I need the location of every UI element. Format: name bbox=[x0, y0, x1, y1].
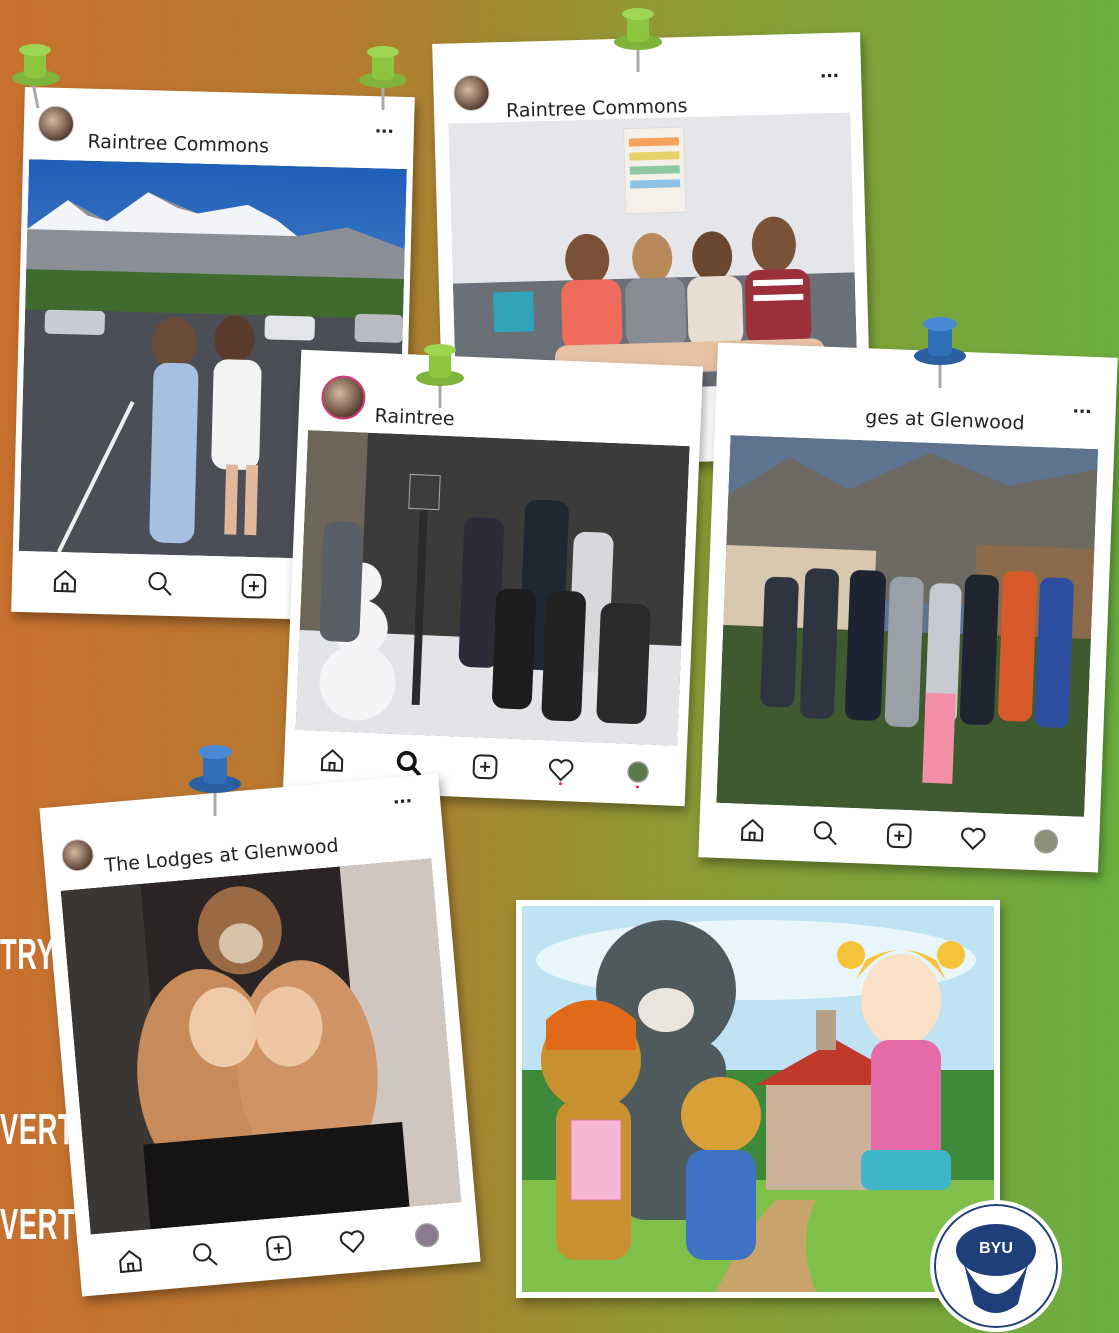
byu-badge: BYU bbox=[930, 1200, 1062, 1332]
cartoon-illustration: BYU bbox=[516, 900, 1062, 1332]
post-photo bbox=[60, 858, 462, 1235]
side-text-3: VERT bbox=[0, 1200, 76, 1249]
post-snow: Raintree bbox=[282, 349, 704, 807]
account-name[interactable]: Raintree Commons bbox=[87, 131, 269, 158]
search-icon[interactable] bbox=[188, 1238, 221, 1271]
post-photo bbox=[716, 435, 1099, 817]
home-icon[interactable] bbox=[50, 566, 81, 597]
post-group: ges at Glenwood ··· bbox=[698, 342, 1118, 873]
home-icon[interactable] bbox=[317, 745, 348, 776]
post-photo bbox=[295, 430, 690, 746]
home-icon[interactable] bbox=[737, 815, 768, 846]
more-icon[interactable]: ··· bbox=[1072, 398, 1092, 425]
pin-icon bbox=[914, 317, 966, 388]
byu-badge-label: BYU bbox=[979, 1240, 1013, 1257]
pin-icon bbox=[12, 44, 60, 109]
add-icon[interactable] bbox=[239, 571, 270, 602]
avatar[interactable] bbox=[320, 374, 367, 421]
profile-icon[interactable] bbox=[1031, 826, 1062, 857]
heart-icon[interactable] bbox=[546, 754, 577, 786]
add-icon[interactable] bbox=[884, 820, 915, 851]
home-icon[interactable] bbox=[114, 1245, 147, 1278]
add-icon[interactable] bbox=[262, 1232, 295, 1265]
add-icon[interactable] bbox=[469, 751, 500, 782]
pin-icon bbox=[416, 344, 464, 408]
pin-icon bbox=[359, 46, 407, 110]
heart-icon[interactable] bbox=[957, 823, 988, 854]
avatar[interactable] bbox=[37, 105, 75, 143]
pin-icon bbox=[189, 745, 241, 816]
pin-icon bbox=[614, 8, 662, 72]
avatar[interactable] bbox=[453, 74, 491, 112]
profile-icon[interactable] bbox=[622, 758, 653, 789]
heart-icon[interactable] bbox=[336, 1225, 369, 1258]
profile-icon[interactable] bbox=[411, 1219, 444, 1252]
side-text-2: VERT bbox=[0, 1105, 76, 1154]
search-icon[interactable] bbox=[144, 568, 175, 599]
more-icon[interactable]: ··· bbox=[392, 788, 413, 816]
more-icon[interactable]: ··· bbox=[375, 118, 395, 144]
avatar[interactable] bbox=[60, 837, 95, 873]
more-icon[interactable]: ··· bbox=[820, 63, 840, 90]
side-text-1: TRY bbox=[0, 930, 56, 979]
post-cougar: The Lodges at Glenwood ··· bbox=[39, 773, 481, 1297]
search-icon[interactable] bbox=[810, 817, 841, 848]
account-name[interactable]: ges at Glenwood bbox=[865, 406, 1025, 434]
